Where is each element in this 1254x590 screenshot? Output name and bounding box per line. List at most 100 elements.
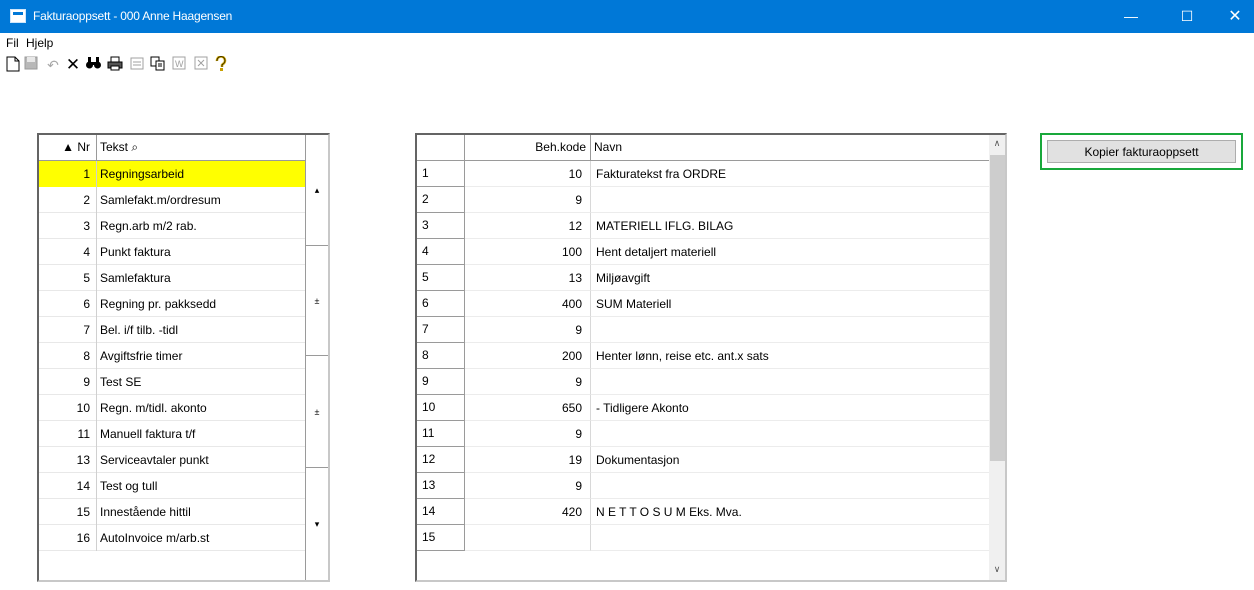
list-item[interactable]: 8 Avgiftsfrie timer [39,343,305,369]
table-row[interactable]: 99 [417,369,989,395]
list-item[interactable]: 4 Punkt faktura [39,239,305,265]
list-item[interactable]: 10 Regn. m/tidl. akonto [39,395,305,421]
undo-icon[interactable]: ↶ [44,56,62,74]
help-icon[interactable] [212,55,230,74]
find-icon[interactable] [84,56,102,74]
list-item[interactable]: 13 Serviceavtaler punkt [39,447,305,473]
cell-navn[interactable] [591,421,989,447]
cell-beh-kode[interactable]: 9 [465,317,591,343]
cell-beh-kode[interactable]: 10 [465,161,591,187]
copy-icon[interactable] [148,56,166,74]
list-item[interactable]: 15 Innestående hittil [39,499,305,525]
scroll-bottom-segment[interactable]: ▾ [306,468,328,580]
row-index[interactable]: 2 [417,187,465,213]
cell-navn[interactable]: - Tidligere Akonto [591,395,989,421]
title-bar[interactable]: Fakturaoppsett - 000 Anne Haagensen — ☐ … [0,0,1254,33]
cell-beh-kode[interactable] [465,525,591,551]
cell-beh-kode[interactable]: 19 [465,447,591,473]
list-item[interactable]: 2 Samlefakt.m/ordresum [39,187,305,213]
row-index[interactable]: 4 [417,239,465,265]
menu-fil[interactable]: Fil [6,36,19,50]
save-icon[interactable] [22,56,40,74]
new-document-icon[interactable] [4,56,22,74]
cell-beh-kode[interactable]: 100 [465,239,591,265]
table-row[interactable]: 11 9 [417,421,989,447]
grid-scrollbar[interactable]: ∧ ∨ [989,135,1005,580]
scroll-top-segment[interactable]: ▴ [306,135,328,246]
table-row[interactable]: 15 [417,525,989,551]
cell-beh-kode[interactable]: 200 [465,343,591,369]
cell-navn[interactable]: Hent detaljert materiell [591,239,989,265]
table-row[interactable]: 3 12 MATERIELL IFLG. BILAG [417,213,989,239]
column-header-beh-kode[interactable]: Beh.kode [465,135,591,160]
cell-beh-kode[interactable]: 650 [465,395,591,421]
scroll-page-up-segment[interactable]: ± [306,246,328,356]
form-icon[interactable] [128,56,146,74]
table-row[interactable]: 29 [417,187,989,213]
list-item[interactable]: 9 Test SE [39,369,305,395]
cell-navn[interactable]: Dokumentasjon [591,447,989,473]
invoice-setup-list[interactable]: ▲ Nr Tekst ⌕ 1 Regningsarbeid 2 Samlefakt.m… [37,133,330,582]
table-row[interactable]: 1 10 Fakturatekst fra ORDRE [417,161,989,187]
column-header-navn[interactable]: Navn [591,135,989,160]
row-index[interactable]: 9 [417,369,465,395]
minimize-button[interactable]: — [1108,0,1154,33]
excel-icon[interactable] [192,56,210,74]
close-button[interactable]: ✕ [1212,0,1254,33]
list-scrollbar[interactable]: ▴ ± ± ▾ [305,135,328,580]
row-index[interactable]: 15 [417,525,465,551]
cell-navn[interactable]: Fakturatekst fra ORDRE [591,161,989,187]
list-item[interactable]: 7 Bel. i/f tilb. -tidl [39,317,305,343]
cell-navn[interactable] [591,473,989,499]
column-header-nr[interactable]: ▲ Nr [39,135,97,160]
cell-beh-kode[interactable]: 9 [465,369,591,395]
list-item[interactable]: 6 Regning pr. pakksedd [39,291,305,317]
row-index[interactable]: 6 [417,291,465,317]
delete-icon[interactable]: ✕ [64,56,82,74]
row-index[interactable]: 7 [417,317,465,343]
table-row[interactable]: 10 650- Tidligere Akonto [417,395,989,421]
cell-navn[interactable]: Miljøavgift [591,265,989,291]
cell-navn[interactable] [591,525,989,551]
invoice-lines-grid[interactable]: Beh.kode Navn 1 10 Fakturatekst fra ORDRE 2… [415,133,1007,582]
list-item[interactable]: 5 Samlefaktura [39,265,305,291]
cell-navn[interactable]: MATERIELL IFLG. BILAG [591,213,989,239]
row-index[interactable]: 8 [417,343,465,369]
cell-navn[interactable] [591,317,989,343]
cell-beh-kode[interactable]: 12 [465,213,591,239]
scroll-up-arrow-icon[interactable]: ∧ [989,135,1005,152]
copy-invoice-setup-button[interactable]: Kopier fakturaoppsett [1047,140,1236,163]
table-row[interactable]: 4 100 Hent detaljert materiell [417,239,989,265]
table-row[interactable]: 8 200 Henter lønn, reise etc. ant.x sats [417,343,989,369]
cell-beh-kode[interactable]: 9 [465,421,591,447]
cell-navn[interactable]: SUM Materiell [591,291,989,317]
cell-navn[interactable]: Henter lønn, reise etc. ant.x sats [591,343,989,369]
cell-beh-kode[interactable]: 420 [465,499,591,525]
cell-navn[interactable] [591,369,989,395]
row-index[interactable]: 11 [417,421,465,447]
row-index[interactable]: 12 [417,447,465,473]
list-item[interactable]: 11 Manuell faktura t/f [39,421,305,447]
list-item[interactable]: 14 Test og tull [39,473,305,499]
row-index[interactable]: 1 [417,161,465,187]
row-index[interactable]: 5 [417,265,465,291]
table-row[interactable]: 13 9 [417,473,989,499]
word-icon[interactable]: W [170,56,188,74]
table-row[interactable]: 14 420 N E T T O S U M Eks. Mva. [417,499,989,525]
scroll-down-arrow-icon[interactable]: ∨ [989,561,1005,578]
maximize-button[interactable]: ☐ [1164,0,1210,33]
menu-hjelp[interactable]: Hjelp [26,36,53,50]
list-item[interactable]: 16 AutoInvoice m/arb.st [39,525,305,551]
table-row[interactable]: 6 400 SUM Materiell [417,291,989,317]
cell-navn[interactable] [591,187,989,213]
scroll-page-down-segment[interactable]: ± [306,356,328,468]
cell-beh-kode[interactable]: 9 [465,473,591,499]
table-row[interactable]: 79 [417,317,989,343]
cell-beh-kode[interactable]: 13 [465,265,591,291]
cell-beh-kode[interactable]: 9 [465,187,591,213]
scroll-thumb[interactable] [990,155,1005,461]
list-item[interactable]: 1 Regningsarbeid [39,161,305,187]
list-item[interactable]: 3 Regn.arb m/2 rab. [39,213,305,239]
row-index[interactable]: 10 [417,395,465,421]
row-index[interactable]: 14 [417,499,465,525]
